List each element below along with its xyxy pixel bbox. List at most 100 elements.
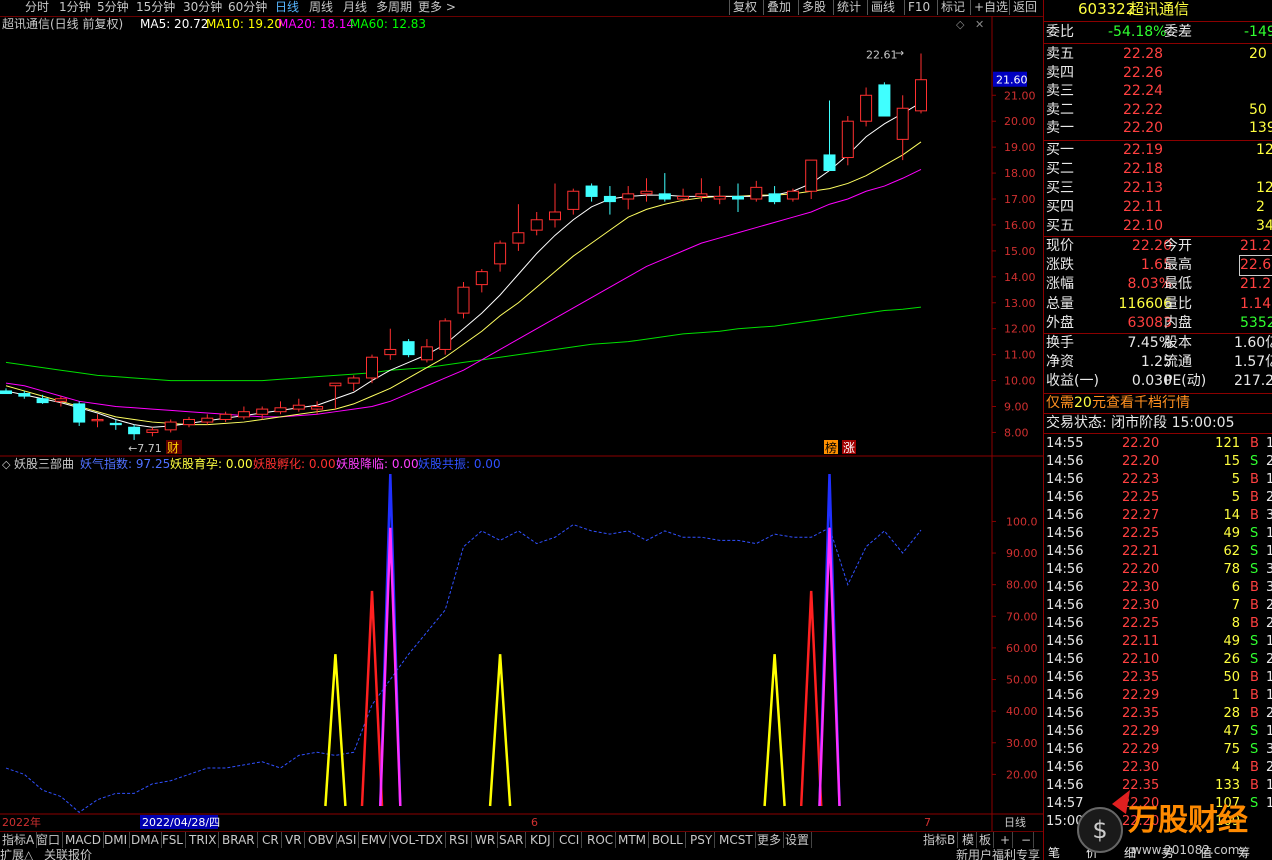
period-tab-9[interactable]: 多周期: [376, 0, 412, 15]
bid-row[interactable]: 买二 22.18: [1044, 160, 1272, 179]
toolbar-button-8[interactable]: 返回: [1009, 0, 1040, 15]
candle-body[interactable]: [73, 403, 86, 423]
indicator-tab-12[interactable]: EMV: [359, 832, 391, 848]
candle-body[interactable]: [183, 418, 195, 426]
candle-body[interactable]: [768, 193, 781, 203]
promo-row[interactable]: 仅需 20 元查看千档行情: [1044, 394, 1272, 413]
bottom-right-btn-4[interactable]: −: [1019, 832, 1035, 848]
period-tab-4[interactable]: 30分钟: [183, 0, 222, 15]
indicator-tab-13[interactable]: VOL-TDX: [389, 832, 446, 848]
candle-body[interactable]: [219, 413, 232, 420]
indicator-tab-19[interactable]: ROC: [585, 832, 617, 848]
ask-row[interactable]: 卖二 22.22 50: [1044, 101, 1272, 120]
candle-body[interactable]: [366, 356, 378, 379]
candle-body[interactable]: [567, 190, 580, 210]
marker-zhang[interactable]: 涨: [843, 440, 855, 455]
toolbar-button-5[interactable]: F10: [904, 0, 933, 15]
candle-body[interactable]: [622, 193, 635, 200]
indicator-tab-21[interactable]: BOLL: [650, 832, 686, 848]
candle-body[interactable]: [823, 154, 836, 171]
indicator-tab-20[interactable]: MTM: [616, 832, 650, 848]
bid-row[interactable]: 买四 22.11 2: [1044, 198, 1272, 217]
chart-area[interactable]: 超讯通信(日线 前复权) MA5: 20.72MA10: 19.20MA20: 1…: [0, 16, 1043, 831]
ask-row[interactable]: 卖三 22.24: [1044, 82, 1272, 101]
toolbar-button-0[interactable]: 复权: [729, 0, 760, 15]
period-tab-6[interactable]: 日线: [275, 0, 299, 15]
indicator-tab-6[interactable]: TRIX: [187, 832, 220, 848]
period-tab-0[interactable]: 分时: [25, 0, 49, 15]
candle-body[interactable]: [201, 417, 214, 423]
candle-body[interactable]: [530, 219, 543, 231]
candle-body[interactable]: [585, 185, 598, 197]
expand-button[interactable]: 扩展△: [0, 849, 33, 860]
candle-body[interactable]: [292, 404, 305, 410]
indicator-tab-22[interactable]: PSY: [688, 832, 716, 848]
candle-body[interactable]: [860, 94, 873, 122]
indicator-tab-3[interactable]: DMI: [102, 832, 131, 848]
indicator-tab-11[interactable]: ASI: [335, 832, 360, 848]
candle-body[interactable]: [732, 195, 744, 200]
settings-diamond-icon[interactable]: ◇: [956, 18, 965, 31]
candle-body[interactable]: [603, 195, 616, 203]
indicator-tab-9[interactable]: VR: [283, 832, 305, 848]
candle-body[interactable]: [420, 346, 433, 361]
candle-body[interactable]: [329, 382, 342, 387]
candle-body[interactable]: [128, 426, 141, 435]
candle-body[interactable]: [640, 190, 653, 195]
indicator-tab-7[interactable]: BRAR: [220, 832, 258, 848]
toolbar-button-3[interactable]: 统计: [833, 0, 864, 15]
candle-body[interactable]: [841, 120, 854, 159]
bid-row[interactable]: 买五 22.10 34: [1044, 217, 1272, 236]
candle-body[interactable]: [0, 390, 12, 395]
marker-bang[interactable]: 榜: [825, 440, 837, 455]
period-tab-1[interactable]: 1分钟: [59, 0, 91, 15]
candle-body[interactable]: [146, 429, 159, 433]
indicator-tab-0[interactable]: 指标A: [0, 832, 38, 848]
candle-body[interactable]: [91, 418, 104, 422]
candle-body[interactable]: [164, 421, 177, 431]
candle-body[interactable]: [109, 422, 122, 426]
indicator-tab-15[interactable]: WR: [473, 832, 499, 848]
indicator-tab-18[interactable]: CCI: [557, 832, 583, 848]
x-mode[interactable]: 日线: [1004, 815, 1026, 829]
candle-body[interactable]: [18, 393, 31, 397]
toolbar-button-1[interactable]: 叠加: [763, 0, 794, 15]
candle-body[interactable]: [274, 407, 287, 413]
candle-body[interactable]: [549, 211, 561, 221]
candle-body[interactable]: [896, 107, 909, 140]
period-tab-8[interactable]: 月线: [343, 0, 367, 15]
indicator-collapse-icon[interactable]: ◇: [2, 458, 11, 471]
bid-row[interactable]: 买一 22.19 12: [1044, 141, 1272, 160]
candle-body[interactable]: [915, 79, 927, 112]
period-tab-3[interactable]: 15分钟: [136, 0, 175, 15]
candle-body[interactable]: [658, 193, 671, 200]
candle-body[interactable]: [311, 406, 324, 410]
candle-body[interactable]: [512, 232, 525, 244]
indicator-tab-16[interactable]: SAR: [497, 832, 527, 848]
candle-body[interactable]: [713, 195, 726, 200]
bottom-right-btn-1[interactable]: 模: [960, 832, 978, 848]
toolbar-button-2[interactable]: 多股: [798, 0, 829, 15]
indicator-tab-17[interactable]: KDJ: [528, 832, 554, 848]
indicator-tab-2[interactable]: MACD: [63, 832, 104, 848]
candle-body[interactable]: [256, 408, 269, 415]
indicator-tab-24[interactable]: 更多: [755, 832, 785, 848]
candle-body[interactable]: [36, 398, 49, 404]
toolbar-button-7[interactable]: +自选: [970, 0, 1011, 15]
candle-body[interactable]: [475, 271, 488, 286]
candle-body[interactable]: [494, 242, 507, 265]
candle-body[interactable]: [439, 320, 452, 350]
promo-link[interactable]: 新用户福利专享: [956, 849, 1040, 860]
indicator-tab-4[interactable]: DMA: [129, 832, 162, 848]
ask-row[interactable]: 卖四 22.26: [1044, 64, 1272, 83]
candle-body[interactable]: [402, 341, 415, 356]
candle-body[interactable]: [237, 411, 250, 418]
ask-row[interactable]: 卖五 22.28 20: [1044, 45, 1272, 64]
candle-body[interactable]: [347, 377, 360, 384]
toolbar-button-4[interactable]: 画线: [867, 0, 898, 15]
period-tab-10[interactable]: 更多 >: [418, 0, 456, 15]
candle-body[interactable]: [695, 193, 708, 197]
marker-cai[interactable]: 财: [167, 441, 179, 455]
related-quote-button[interactable]: 关联报价: [44, 849, 92, 860]
indicator-tab-23[interactable]: MCST: [717, 832, 756, 848]
